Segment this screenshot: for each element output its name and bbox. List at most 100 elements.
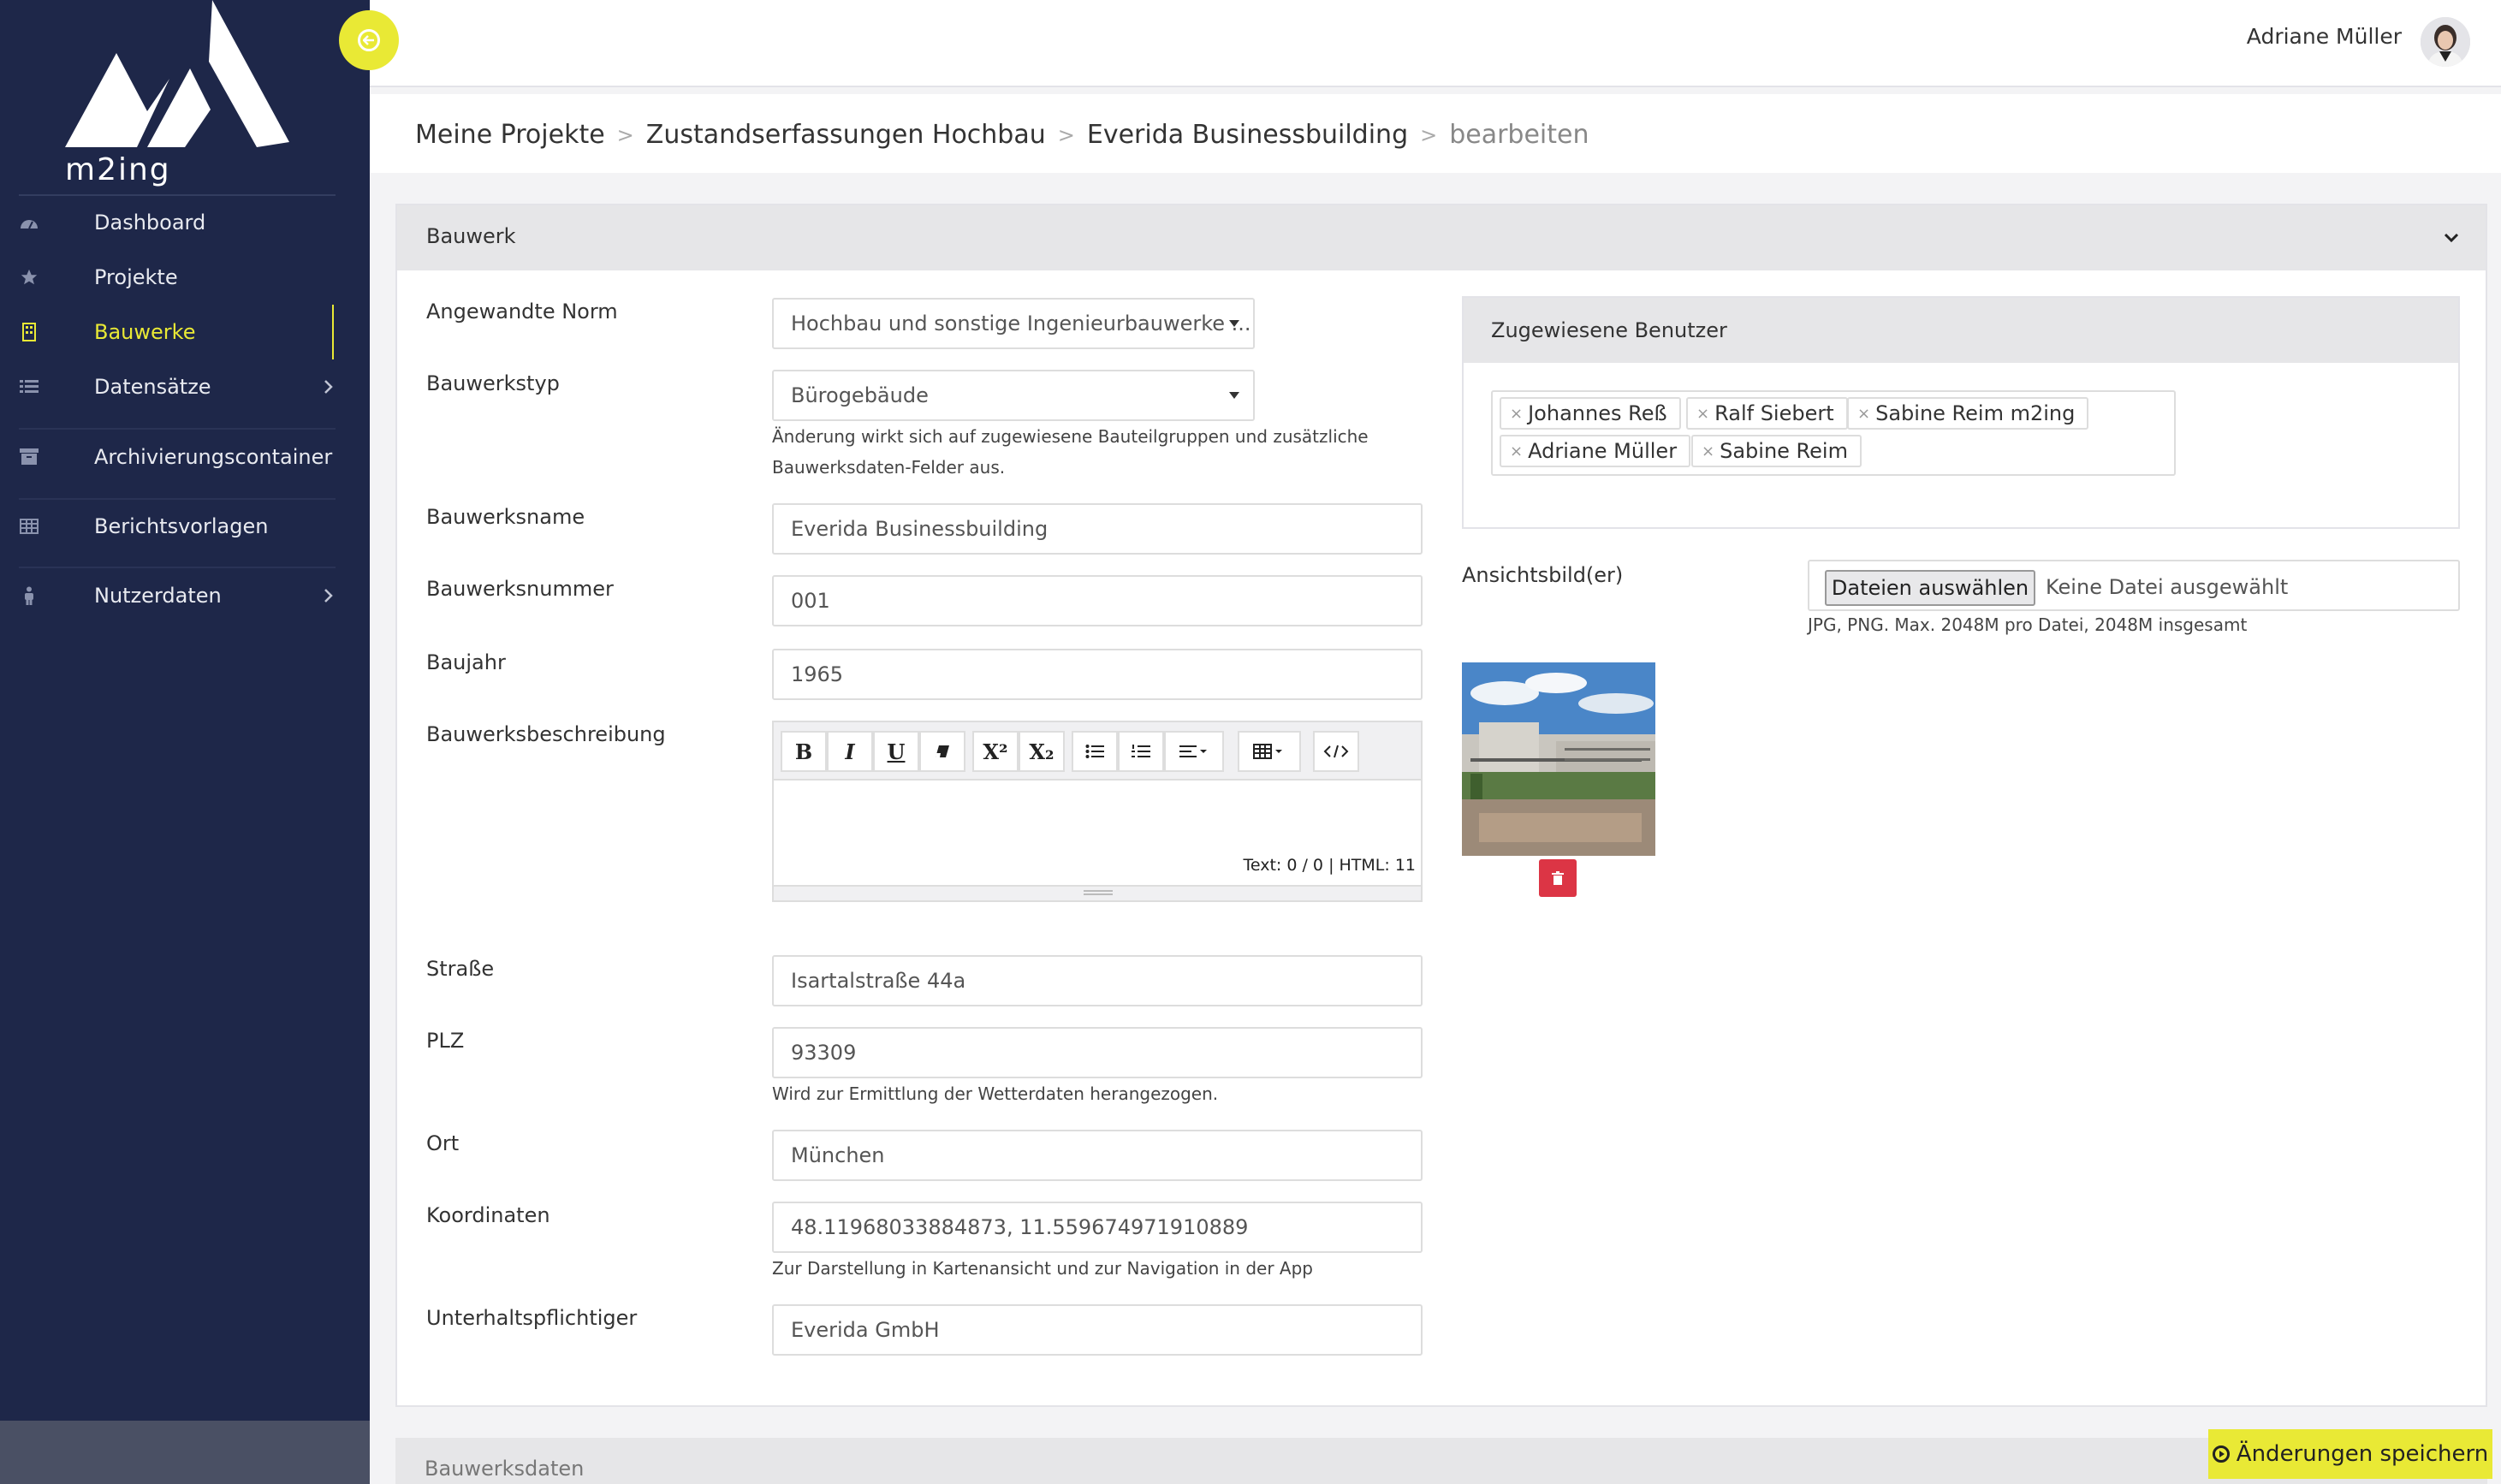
file-input[interactable]: Dateien auswählen Keine Datei ausgewählt: [1808, 560, 2460, 611]
avatar[interactable]: [2421, 17, 2470, 67]
bauwerksdaten-card-header[interactable]: Bauwerksdaten: [395, 1438, 2487, 1484]
building-thumbnail[interactable]: [1462, 662, 1655, 856]
archive-icon: [19, 447, 39, 467]
bauwerksname-label: Bauwerksname: [426, 505, 585, 529]
plz-input[interactable]: 93309: [772, 1027, 1423, 1078]
sidebar-item-berichtsvorlagen[interactable]: Berichtsvorlagen: [0, 501, 370, 552]
numbered-list-icon: [1132, 745, 1150, 757]
numbered-list-button[interactable]: [1118, 731, 1164, 772]
remove-icon[interactable]: ×: [1696, 405, 1709, 423]
editor-status: Text: 0 / 0 | HTML: 11: [1243, 856, 1417, 875]
card-header[interactable]: Bauwerk: [397, 205, 2486, 270]
arrow-left-circle-icon: [358, 29, 380, 51]
code-view-button[interactable]: [1313, 731, 1359, 772]
superscript-button[interactable]: X²: [972, 731, 1019, 772]
choose-files-button[interactable]: Dateien auswählen: [1825, 570, 2035, 606]
user-tag[interactable]: × Adriane Müller: [1500, 435, 1691, 467]
remove-icon[interactable]: ×: [1510, 405, 1523, 423]
file-help: JPG, PNG. Max. 2048M pro Datei, 2048M in…: [1808, 614, 2248, 635]
sidebar-footer: [0, 1421, 370, 1484]
trash-icon: [1552, 871, 1564, 885]
strasse-label: Straße: [426, 957, 495, 981]
caret-down-icon: [1229, 320, 1239, 327]
sidebar-item-archivierungscontainer[interactable]: Archivierungscontainer: [0, 431, 370, 483]
bold-button[interactable]: B: [781, 731, 827, 772]
breadcrumb-item-zustandserfassungen[interactable]: Zustandserfassungen Hochbau: [646, 120, 1046, 150]
norm-select[interactable]: Hochbau und sonstige Ingenieurbauwerke .…: [772, 298, 1255, 349]
baujahr-label: Baujahr: [426, 650, 506, 674]
bullet-list-button[interactable]: [1072, 731, 1118, 772]
breadcrumb: Meine Projekte > Zustandserfassungen Hoc…: [370, 94, 2501, 173]
sidebar-item-nutzerdaten[interactable]: Nutzerdaten: [0, 570, 370, 621]
eraser-button[interactable]: [919, 731, 965, 772]
subscript-button[interactable]: X₂: [1019, 731, 1065, 772]
code-icon: [1323, 745, 1349, 758]
caret-down-icon: [1229, 392, 1239, 399]
save-changes-button[interactable]: Änderungen speichern: [2208, 1429, 2492, 1479]
users-multiselect[interactable]: × Johannes Reß × Ralf Siebert × Sabine Reim…: [1491, 390, 2176, 476]
ort-input[interactable]: München: [772, 1130, 1423, 1181]
underline-button[interactable]: U: [873, 731, 919, 772]
baujahr-input[interactable]: 1965: [772, 649, 1423, 700]
user-tag-label: Johannes Reß: [1528, 401, 1667, 425]
remove-icon[interactable]: ×: [1702, 442, 1714, 460]
breadcrumb-item-bauwerk[interactable]: Everida Businessbuilding: [1087, 120, 1408, 150]
card-title: Bauwerk: [426, 224, 516, 248]
grip-icon: [1084, 890, 1113, 895]
user-tag-label: Ralf Siebert: [1714, 401, 1834, 425]
delete-image-button[interactable]: [1539, 859, 1577, 897]
user-icon: [19, 585, 39, 606]
sidebar-item-bauwerke[interactable]: Bauwerke: [0, 305, 370, 359]
list-icon: [19, 377, 39, 397]
unterhalt-input[interactable]: Everida GmbH: [772, 1304, 1423, 1356]
divider: [19, 498, 336, 500]
breadcrumb-item-meine-projekte[interactable]: Meine Projekte: [415, 120, 605, 150]
sidebar-item-dashboard[interactable]: Dashboard: [0, 197, 370, 248]
bauwerksnummer-input[interactable]: 001: [772, 575, 1423, 626]
align-dropdown-button[interactable]: [1164, 731, 1224, 772]
user-tag[interactable]: × Johannes Reß: [1500, 397, 1681, 430]
sidebar-item-label: Datensätze: [94, 375, 211, 399]
strasse-input[interactable]: Isartalstraße 44a: [772, 955, 1423, 1006]
sidebar-item-projekte[interactable]: Projekte: [0, 252, 370, 303]
user-tag-label: Sabine Reim: [1720, 439, 1848, 463]
remove-icon[interactable]: ×: [1857, 405, 1870, 423]
breadcrumb-separator: >: [1420, 122, 1438, 147]
divider: [19, 428, 336, 430]
beschreibung-label: Bauwerksbeschreibung: [426, 722, 666, 746]
building-icon: [19, 322, 39, 342]
plz-help: Wird zur Ermittlung der Wetterdaten hera…: [772, 1083, 1219, 1104]
editor-toolbar: B I U X² X₂: [774, 722, 1421, 781]
rich-text-editor[interactable]: B I U X² X₂ Text: 0 / 0 | HTML: 11: [772, 721, 1423, 902]
eraser-icon: [936, 745, 949, 757]
bauwerksname-input[interactable]: Everida Businessbuilding: [772, 503, 1423, 555]
play-circle-icon: [2212, 1445, 2230, 1463]
user-name[interactable]: Adriane Müller: [2247, 24, 2402, 49]
sidebar-item-label: Projekte: [94, 265, 178, 289]
chevron-right-icon: [324, 380, 333, 394]
bauwerkstyp-select[interactable]: Bürogebäude: [772, 370, 1255, 421]
divider: [19, 567, 336, 568]
user-tag[interactable]: × Sabine Reim m2ing: [1847, 397, 2089, 430]
user-tag[interactable]: × Sabine Reim: [1691, 435, 1862, 467]
help-line: Änderung wirkt sich auf zugewiesene Baut…: [772, 426, 1369, 447]
koordinaten-help: Zur Darstellung in Kartenansicht und zur…: [772, 1258, 1313, 1279]
table-icon: [1253, 744, 1282, 759]
star-icon: [19, 267, 39, 288]
ansichtsbild-label: Ansichtsbild(er): [1462, 563, 1624, 587]
chevron-down-icon[interactable]: [2441, 228, 2462, 248]
divider: [19, 194, 336, 196]
italic-button[interactable]: I: [827, 731, 873, 772]
panel-title: Zugewiesene Benutzer: [1491, 318, 1727, 342]
remove-icon[interactable]: ×: [1510, 442, 1523, 460]
koordinaten-label: Koordinaten: [426, 1203, 550, 1227]
koordinaten-input[interactable]: 48.11968033884873, 11.559674971910889: [772, 1202, 1423, 1253]
table-dropdown-button[interactable]: [1238, 731, 1301, 772]
no-file-text: Keine Datei ausgewählt: [2046, 575, 2289, 599]
sidebar-item-datensaetze[interactable]: Datensätze: [0, 361, 370, 413]
ort-label: Ort: [426, 1131, 460, 1155]
editor-resize-handle[interactable]: [774, 885, 1421, 900]
sidebar-toggle-button[interactable]: [339, 10, 399, 70]
user-tag[interactable]: × Ralf Siebert: [1686, 397, 1848, 430]
sidebar-item-label: Dashboard: [94, 211, 206, 234]
